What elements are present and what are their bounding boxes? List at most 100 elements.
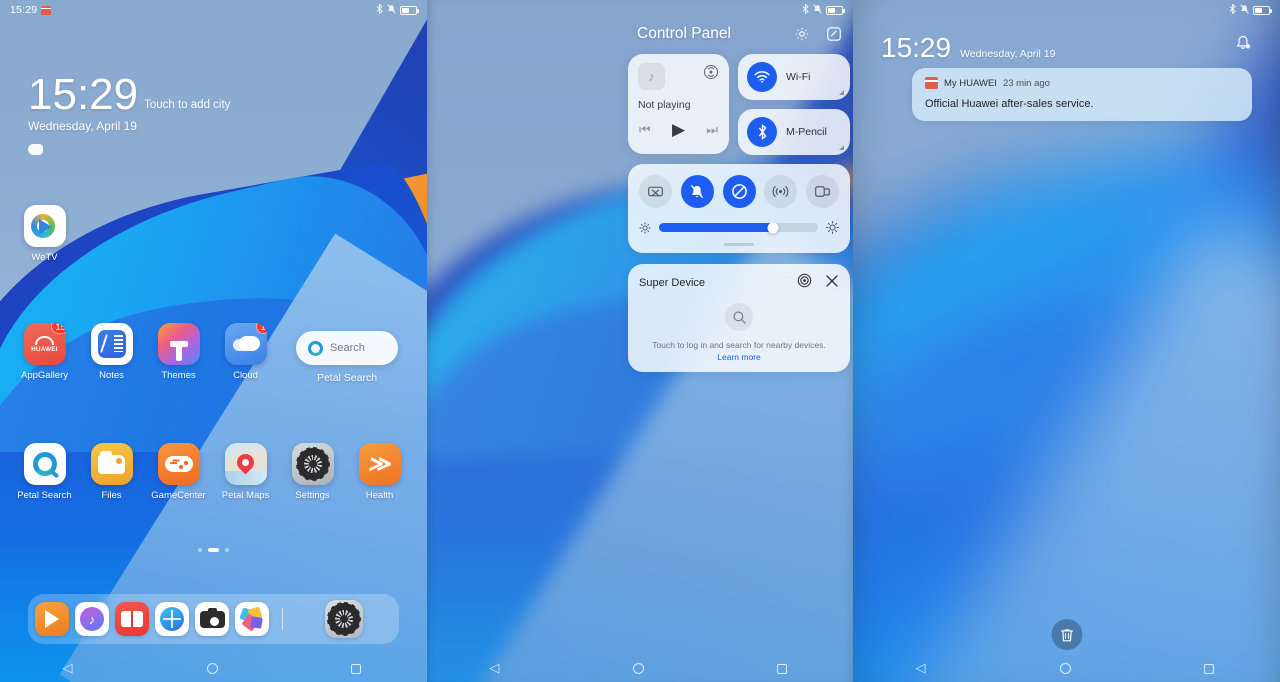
navigation-bar <box>427 655 853 682</box>
media-card[interactable]: ♪ Not playing ⏮ ▶ ⏭ <box>628 54 729 154</box>
edit-icon[interactable] <box>826 26 842 42</box>
shade-time: 15:29 <box>881 32 952 63</box>
tile-m-pencil[interactable]: M-Pencil <box>738 109 850 155</box>
camera-icon[interactable] <box>195 602 229 636</box>
app-label: Themes <box>161 370 196 381</box>
app-wetv[interactable]: WeTV <box>11 205 78 263</box>
hotspot-icon[interactable] <box>764 175 798 208</box>
do-not-disturb-icon[interactable] <box>722 175 756 208</box>
app-label: Health <box>365 490 394 501</box>
health-icon: ≫ <box>358 443 401 485</box>
search-icon[interactable] <box>725 303 753 331</box>
brightness-slider-row <box>639 221 839 234</box>
learn-more-link[interactable]: Learn more <box>639 352 839 362</box>
wifi-icon <box>747 62 777 92</box>
app-appgallery[interactable]: HUAWEI 15 AppGallery <box>11 323 78 381</box>
music-note-icon: ♪ <box>638 63 665 90</box>
navigation-bar <box>853 655 1280 682</box>
petal-search-widget[interactable]: Search Petal Search <box>296 331 398 384</box>
previous-icon[interactable]: ⏮ <box>639 122 651 138</box>
app-label: AppGallery <box>21 370 68 381</box>
clock-date: Wednesday, April 19 <box>28 118 137 133</box>
music-icon[interactable]: ♪ <box>75 602 109 636</box>
mute-icon <box>1240 4 1249 16</box>
back-icon[interactable] <box>63 660 74 676</box>
gallery-icon[interactable] <box>235 602 269 636</box>
app-health[interactable]: ≫ Health <box>346 443 413 501</box>
petal-search-icon <box>308 340 323 356</box>
page-dot[interactable] <box>225 548 229 552</box>
back-icon[interactable] <box>916 660 927 676</box>
app-cloud[interactable]: 1 Cloud <box>212 323 279 381</box>
app-files[interactable]: Files <box>78 443 145 501</box>
page-indicator[interactable] <box>0 548 427 552</box>
bluetooth-icon <box>747 117 777 147</box>
recents-icon[interactable] <box>1203 663 1214 674</box>
huawei-video-icon[interactable] <box>35 602 69 636</box>
close-icon[interactable] <box>825 274 839 293</box>
super-device-card: Super Device Touch to log in and search … <box>628 264 850 372</box>
shade-date: Wednesday, April 19 <box>960 48 1056 60</box>
notification-app: My HUAWEI <box>944 77 997 89</box>
mute-icon <box>387 4 396 16</box>
books-icon[interactable] <box>115 602 149 636</box>
page-dot[interactable] <box>198 548 202 552</box>
notification-shade-panel: 15:29 Wednesday, April 19 My HUAWEI 23 m… <box>853 0 1280 682</box>
brightness-slider[interactable] <box>659 222 818 233</box>
expand-corner-icon[interactable] <box>839 145 844 150</box>
next-icon[interactable]: ⏭ <box>706 122 718 138</box>
tile-label: M-Pencil <box>786 126 827 138</box>
home-icon[interactable] <box>1059 663 1071 674</box>
drag-handle[interactable] <box>724 243 754 246</box>
multi-screen-icon[interactable] <box>806 175 839 208</box>
gear-icon[interactable] <box>794 26 810 42</box>
app-notes[interactable]: Notes <box>78 323 145 381</box>
calendar-icon <box>41 5 52 15</box>
three-screen-composite: 15:29 15:29 Touch to add city Wednesday,… <box>0 0 1280 682</box>
home-icon[interactable] <box>632 663 644 674</box>
app-petal-search[interactable]: Petal Search <box>11 443 78 501</box>
screenshot-icon[interactable] <box>639 175 672 208</box>
bluetooth-icon <box>1229 3 1236 16</box>
app-petal-maps[interactable]: Petal Maps <box>212 443 279 501</box>
clear-all-button[interactable] <box>1051 619 1082 650</box>
settings-icon[interactable] <box>325 600 363 638</box>
app-settings[interactable]: Settings <box>279 443 346 501</box>
settings-icon <box>291 443 334 485</box>
app-themes[interactable]: Themes <box>145 323 212 381</box>
mute-bell-icon[interactable] <box>680 175 714 208</box>
home-icon[interactable] <box>206 663 218 674</box>
target-icon[interactable] <box>797 273 812 293</box>
page-dot-active[interactable] <box>208 548 219 552</box>
app-label: Notes <box>99 370 124 381</box>
battery-charging-icon <box>400 5 419 15</box>
battery-charging-icon <box>826 5 845 15</box>
recents-icon[interactable] <box>776 663 787 674</box>
browser-icon[interactable] <box>155 602 189 636</box>
super-device-hint: Touch to log in and search for nearby de… <box>652 340 826 350</box>
petal-search-icon <box>23 443 66 485</box>
cloud-icon <box>28 143 43 155</box>
play-icon[interactable]: ▶ <box>672 120 685 140</box>
app-label: Petal Maps <box>221 490 270 501</box>
app-gamecenter[interactable]: GameCenter <box>145 443 212 501</box>
petal-maps-icon <box>224 443 267 485</box>
recents-icon[interactable] <box>350 663 361 674</box>
clock-widget[interactable]: 15:29 Touch to add city Wednesday, April… <box>28 70 230 155</box>
clock-time: 15:29 <box>28 70 139 119</box>
wetv-icon <box>23 205 66 247</box>
dock-divider <box>282 608 283 630</box>
back-icon[interactable] <box>489 660 500 676</box>
add-city-hint[interactable]: Touch to add city <box>144 99 230 116</box>
status-clock: 15:29 <box>10 4 38 16</box>
notification-card[interactable]: My HUAWEI 23 min ago Official Huawei aft… <box>912 68 1252 121</box>
status-bar: 15:29 <box>0 0 427 20</box>
search-input[interactable]: Search <box>296 331 398 365</box>
battery-charging-icon <box>1253 5 1272 15</box>
slider-knob[interactable] <box>767 222 779 233</box>
expand-corner-icon[interactable] <box>839 90 844 95</box>
brightness-low-icon <box>639 221 651 234</box>
bell-settings-icon[interactable] <box>1234 34 1252 52</box>
tile-wifi[interactable]: Wi-Fi <box>738 54 850 100</box>
cast-icon[interactable] <box>703 64 719 80</box>
